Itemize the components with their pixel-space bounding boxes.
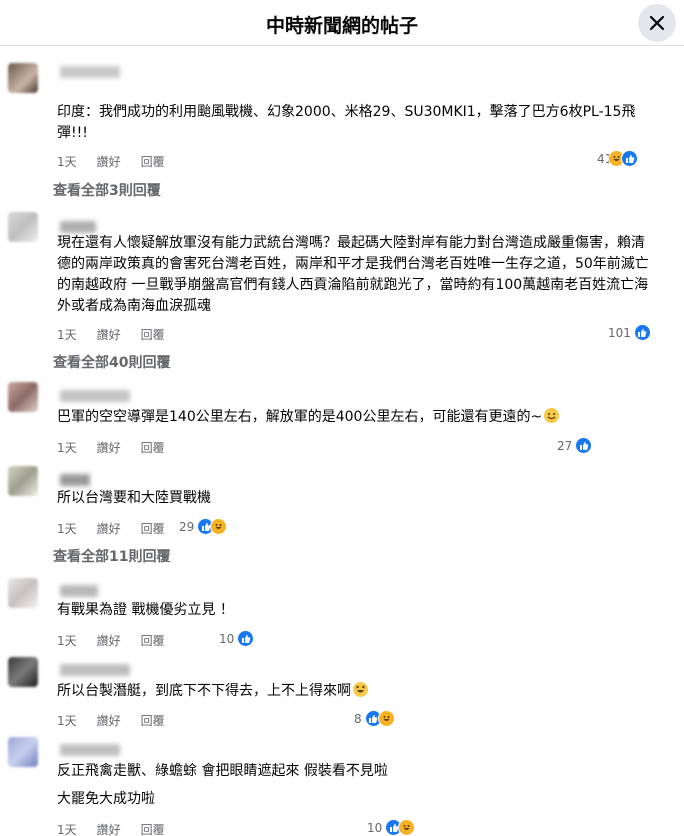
- page-title: 中時新聞網的帖子: [265, 15, 418, 37]
- reply-button[interactable]: 回覆: [141, 821, 165, 836]
- avatar[interactable]: [8, 382, 38, 412]
- comment-text: 反正飛禽走獸、綠蟾蜍 會把眼睛遮起來 假裝看不見啦: [57, 763, 388, 779]
- avatar[interactable]: [8, 737, 38, 767]
- haha-reaction-icon: [210, 518, 228, 535]
- comment-actions: 1天 讚好 回覆: [57, 712, 165, 729]
- comment-time[interactable]: 1天: [57, 326, 77, 343]
- reply-button[interactable]: 回覆: [141, 326, 165, 343]
- like-button[interactable]: 讚好: [97, 520, 121, 537]
- smile-emoji-icon: [544, 408, 560, 423]
- reply-button[interactable]: 回覆: [141, 439, 165, 456]
- commenter-name[interactable]: [60, 221, 96, 233]
- like-button[interactable]: 讚好: [97, 326, 121, 343]
- comment-time[interactable]: 1天: [57, 712, 77, 729]
- laughing-emoji-icon: [353, 682, 368, 697]
- like-button[interactable]: 讚好: [97, 712, 121, 729]
- avatar[interactable]: [8, 212, 38, 242]
- comment-actions: 1天 讚好 回覆: [57, 439, 165, 456]
- avatar[interactable]: [8, 466, 38, 496]
- close-icon: [649, 15, 665, 31]
- avatar[interactable]: [8, 578, 38, 608]
- like-button[interactable]: 讚好: [97, 153, 121, 170]
- reaction-count[interactable]: 41: [597, 150, 639, 167]
- reaction-count[interactable]: 8: [354, 710, 395, 727]
- comment-actions: 1天 讚好 回覆: [57, 632, 165, 649]
- commenter-name[interactable]: [60, 66, 120, 78]
- reply-button[interactable]: 回覆: [141, 520, 165, 537]
- comment-time[interactable]: 1天: [57, 153, 77, 170]
- commenter-name[interactable]: [60, 585, 98, 597]
- comment-actions: 1天 讚好 回覆: [57, 821, 165, 836]
- view-replies-link[interactable]: 查看全部11則回覆: [53, 546, 170, 566]
- comment-time[interactable]: 1天: [57, 821, 77, 836]
- like-reaction-icon: [237, 630, 255, 647]
- comment-text: 印度：我們成功的利用颱風戰機、幻象2000、米格29、SU30MKI1，擊落了巴…: [57, 104, 636, 141]
- reaction-count[interactable]: 29: [179, 518, 228, 535]
- comment-actions: 1天 讚好 回覆: [57, 326, 165, 343]
- comment-text: 所以台製潛艇，到底下不下得去，上不上得來啊: [57, 681, 657, 702]
- comment-text: 現在還有人懷疑解放軍沒有能力武統台灣嗎？最起碼大陸對岸有能力對台灣造成嚴重傷害，…: [57, 235, 649, 314]
- post-header: 中時新聞網的帖子: [0, 0, 684, 46]
- haha-reaction-icon: [377, 710, 395, 727]
- like-button[interactable]: 讚好: [97, 632, 121, 649]
- like-button[interactable]: 讚好: [97, 439, 121, 456]
- reaction-count[interactable]: 101: [608, 324, 651, 341]
- reply-button[interactable]: 回覆: [141, 712, 165, 729]
- view-replies-link[interactable]: 查看全部3則回覆: [53, 180, 161, 200]
- like-reaction-icon: [575, 437, 593, 454]
- commenter-name[interactable]: [60, 664, 130, 676]
- avatar[interactable]: [8, 63, 38, 93]
- like-reaction-icon: [633, 324, 651, 341]
- commenter-name[interactable]: [60, 474, 90, 486]
- comment-actions: 1天 讚好 回覆: [57, 153, 165, 170]
- reaction-count[interactable]: 10: [367, 819, 416, 836]
- comment-text: 巴軍的空空導彈是140公里左右，解放軍的是400公里左右，可能還有更遠的~: [57, 407, 657, 428]
- commenter-name[interactable]: [60, 744, 120, 756]
- avatar[interactable]: [8, 657, 38, 687]
- haha-reaction-icon: [398, 819, 416, 836]
- view-replies-link[interactable]: 查看全部40則回覆: [53, 352, 170, 372]
- comment-text: 有戰果為證 戰機優劣立見 ！: [57, 602, 234, 618]
- reply-button[interactable]: 回覆: [141, 632, 165, 649]
- comment-time[interactable]: 1天: [57, 439, 77, 456]
- commenter-name[interactable]: [60, 390, 130, 402]
- close-button[interactable]: [638, 4, 676, 42]
- reaction-count[interactable]: 10: [219, 630, 255, 647]
- reply-button[interactable]: 回覆: [141, 153, 165, 170]
- reaction-count[interactable]: 27: [557, 437, 593, 454]
- comment-text-line-2: 大罷免大成功啦: [57, 791, 155, 807]
- comment-time[interactable]: 1天: [57, 632, 77, 649]
- comment-time[interactable]: 1天: [57, 520, 77, 537]
- like-button[interactable]: 讚好: [97, 821, 121, 836]
- comment-text: 所以台灣要和大陸買戰機: [57, 490, 211, 506]
- like-reaction-icon: [621, 150, 639, 167]
- comment-actions: 1天 讚好 回覆: [57, 520, 165, 537]
